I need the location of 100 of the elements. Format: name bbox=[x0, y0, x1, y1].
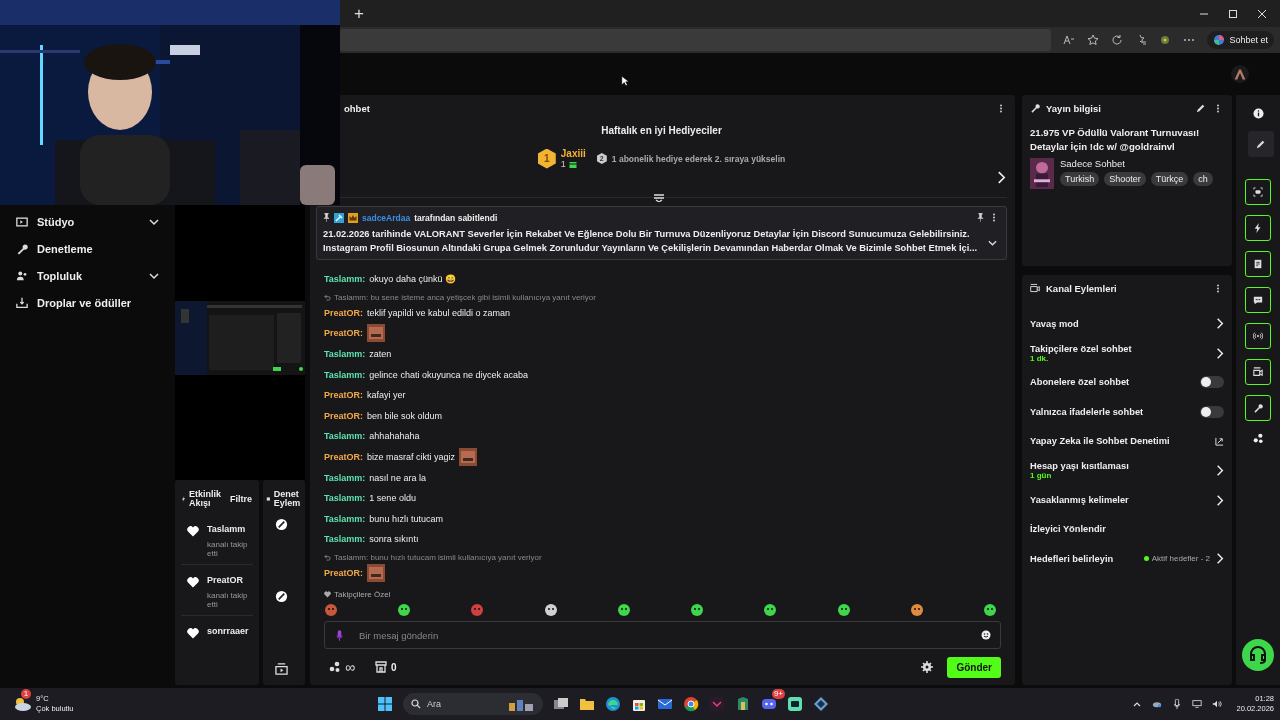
tag-chip[interactable]: Turkish bbox=[1060, 172, 1100, 186]
emote-icon[interactable] bbox=[397, 603, 412, 617]
emote-icon[interactable] bbox=[982, 603, 997, 617]
discord-icon[interactable] bbox=[761, 696, 777, 712]
windows-logo-icon[interactable] bbox=[377, 696, 393, 712]
dots-icon[interactable] bbox=[329, 661, 341, 673]
tag-chip[interactable]: Türkçe bbox=[1150, 172, 1189, 186]
new-tab-button[interactable]: + bbox=[350, 4, 368, 23]
nav-item[interactable]: Stüdyo bbox=[0, 208, 170, 235]
dots-icon[interactable] bbox=[1252, 433, 1264, 444]
heart-icon bbox=[187, 577, 199, 588]
chat-username[interactable]: Taslamm: bbox=[324, 534, 366, 545]
media-icon[interactable] bbox=[275, 662, 288, 675]
app-icon[interactable] bbox=[787, 696, 803, 712]
emote-icon[interactable] bbox=[616, 603, 631, 617]
microphone-icon[interactable] bbox=[1172, 699, 1183, 709]
ban-icon[interactable] bbox=[275, 518, 288, 531]
wrench-button[interactable] bbox=[1245, 395, 1271, 421]
broadcast-button[interactable] bbox=[1245, 323, 1271, 349]
cloud-icon[interactable] bbox=[1152, 699, 1163, 709]
rank-badge: 1 bbox=[537, 148, 556, 169]
chrome-style-icon[interactable] bbox=[683, 696, 699, 712]
emote-icon[interactable] bbox=[836, 603, 851, 617]
collapse-icon[interactable] bbox=[654, 194, 664, 202]
notes-button[interactable] bbox=[1245, 251, 1271, 277]
copilot-button[interactable]: Sohbet et bbox=[1207, 31, 1274, 49]
chat-username[interactable]: PreatOR: bbox=[324, 410, 363, 421]
category-link[interactable]: Sadece Sohbet bbox=[1060, 158, 1220, 169]
pencil-icon[interactable] bbox=[1196, 103, 1206, 113]
close-icon[interactable] bbox=[1257, 8, 1267, 19]
chat-username[interactable]: Taslamm: bbox=[324, 472, 366, 483]
channel-action-item[interactable]: Hedefleri belirleyin Aktif hedefler - 2 bbox=[1030, 544, 1224, 574]
edit-button[interactable] bbox=[1248, 131, 1274, 157]
bolt-button[interactable] bbox=[1245, 215, 1271, 241]
chat-username[interactable]: PreatOR: bbox=[324, 390, 363, 401]
channel-action-item[interactable]: Yalnızca ifadelerle sohbet bbox=[1030, 397, 1224, 427]
chat-username[interactable]: Taslamm: bbox=[324, 369, 366, 380]
info-icon[interactable] bbox=[1252, 108, 1264, 119]
channel-action-item[interactable]: Takipçilere özel sohbet 1 dk. bbox=[1030, 338, 1224, 368]
emote-icon[interactable] bbox=[543, 603, 558, 617]
channel-action-item[interactable]: Abonelere özel sohbet bbox=[1030, 367, 1224, 398]
address-field[interactable] bbox=[340, 29, 1052, 51]
nav-item[interactable]: Topluluk bbox=[0, 262, 170, 289]
camera-button[interactable] bbox=[1245, 359, 1271, 385]
emoji-icon[interactable] bbox=[981, 630, 991, 640]
monitor-icon[interactable] bbox=[1192, 699, 1203, 709]
tag-chip[interactable]: ch bbox=[1193, 172, 1213, 186]
message-input[interactable]: Bir mesaj gönderin bbox=[324, 621, 1001, 649]
chat-username[interactable]: Taslamm: bbox=[324, 431, 366, 442]
chat-username[interactable]: Taslamm: bbox=[324, 513, 366, 524]
refresh-icon[interactable] bbox=[1111, 34, 1124, 46]
filter-button[interactable]: Filtre bbox=[230, 494, 252, 504]
search-field[interactable]: Ara bbox=[403, 693, 543, 715]
tag-chip[interactable]: Shooter bbox=[1104, 172, 1146, 186]
maximize-icon[interactable] bbox=[1228, 8, 1238, 19]
channel-action-item[interactable]: Yapay Zeka ile Sohbet Denetimi bbox=[1030, 426, 1224, 456]
task-view-icon[interactable] bbox=[553, 696, 569, 712]
chat-message-text: 1 sene oldu bbox=[369, 493, 416, 504]
pinned-by-username[interactable]: sadceArdaa bbox=[362, 212, 411, 223]
chat-username[interactable]: Taslamm: bbox=[324, 493, 366, 504]
browser-icon[interactable] bbox=[605, 696, 621, 712]
weather-cloud-icon[interactable] bbox=[12, 696, 32, 712]
chat-username[interactable]: Taslamm: bbox=[324, 274, 366, 285]
notification-badge: 9+ bbox=[771, 689, 785, 699]
chat-button[interactable] bbox=[1245, 287, 1271, 313]
chat-username[interactable]: PreatOR: bbox=[324, 452, 363, 463]
read-aloud-icon[interactable] bbox=[1063, 34, 1076, 46]
app-icon[interactable] bbox=[813, 696, 829, 712]
chat-username[interactable]: Taslamm: bbox=[324, 349, 366, 360]
support-button[interactable] bbox=[1242, 639, 1274, 671]
chat-username[interactable]: PreatOR: bbox=[324, 328, 363, 339]
emote-icon[interactable] bbox=[909, 603, 924, 617]
nav-item[interactable]: Denetleme bbox=[0, 235, 170, 262]
app-icon[interactable] bbox=[735, 696, 751, 712]
screen-capture-button[interactable] bbox=[1245, 179, 1271, 205]
nav-item[interactable]: Droplar ve ödüller bbox=[0, 289, 170, 316]
emote-icon[interactable] bbox=[763, 603, 778, 617]
star-icon[interactable] bbox=[1087, 34, 1100, 46]
gifter-hint: 1 abonelik hediye ederek 2. sıraya yükselin bbox=[611, 153, 786, 164]
channel-action-item[interactable]: İzleyici Yönlendir bbox=[1030, 514, 1224, 545]
chat-username[interactable]: PreatOR: bbox=[324, 307, 363, 318]
mail-icon[interactable] bbox=[657, 696, 673, 712]
user-avatar-icon[interactable] bbox=[1231, 65, 1249, 83]
pin-icon[interactable] bbox=[977, 213, 984, 222]
send-button[interactable]: Gönder bbox=[947, 656, 1001, 678]
folder-icon[interactable] bbox=[579, 696, 595, 712]
store-icon[interactable] bbox=[375, 661, 387, 673]
ban-icon[interactable] bbox=[275, 590, 288, 603]
channel-action-item[interactable]: Yavaş mod bbox=[1030, 309, 1224, 339]
speaker-icon[interactable] bbox=[1212, 699, 1223, 709]
chat-message-text: sonra sıkıntı bbox=[369, 534, 419, 545]
channel-action-item[interactable]: Yasaklanmış kelimeler bbox=[1030, 485, 1224, 515]
channel-action-item[interactable]: Hesap yaşı kısıtlaması 1 gün bbox=[1030, 455, 1224, 486]
extension-icon[interactable] bbox=[1159, 34, 1172, 46]
emote-icon[interactable] bbox=[690, 603, 705, 617]
chevron-down-icon[interactable] bbox=[988, 239, 997, 247]
settings-icon[interactable] bbox=[921, 661, 934, 673]
chat-username[interactable]: PreatOR: bbox=[324, 568, 363, 578]
chevron-right-icon[interactable] bbox=[997, 171, 1006, 184]
app-icon[interactable] bbox=[709, 696, 725, 712]
